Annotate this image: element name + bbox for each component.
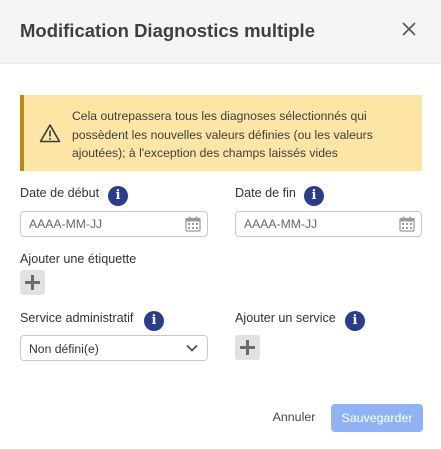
- end-date-info-icon[interactable]: i: [304, 186, 324, 206]
- start-date-info-icon[interactable]: i: [108, 186, 128, 206]
- modal-title: Modification Diagnostics multiple: [20, 20, 315, 41]
- end-date-field[interactable]: [235, 211, 422, 237]
- warning-text: Cela outrepassera tous les diagnoses sél…: [72, 109, 373, 160]
- add-service-info-icon[interactable]: i: [345, 311, 365, 331]
- warning-banner: Cela outrepassera tous les diagnoses sél…: [20, 95, 422, 171]
- warning-triangle-icon: [39, 124, 61, 143]
- add-service-button[interactable]: [235, 335, 260, 360]
- admin-service-value: Non défini(e): [29, 342, 99, 356]
- admin-service-info-icon[interactable]: i: [144, 311, 164, 331]
- calendar-icon[interactable]: [399, 216, 415, 232]
- add-service-label: Ajouter un service: [235, 311, 336, 325]
- add-tag-label: Ajouter une étiquette: [20, 252, 137, 266]
- end-date-label: Date de fin: [235, 186, 296, 200]
- plus-icon: [246, 340, 249, 355]
- cancel-button[interactable]: Annuler: [266, 404, 322, 430]
- chevron-down-icon: [186, 344, 198, 352]
- modal-header: Modification Diagnostics multiple: [0, 0, 441, 64]
- plus-icon: [31, 275, 34, 290]
- end-date-input[interactable]: [244, 216, 384, 232]
- admin-service-select[interactable]: Non défini(e): [20, 335, 208, 361]
- save-button[interactable]: Sauvegarder: [331, 404, 423, 432]
- add-tag-button[interactable]: [20, 270, 45, 295]
- admin-service-label: Service administratif: [20, 311, 134, 325]
- close-icon[interactable]: [398, 18, 420, 40]
- start-date-input[interactable]: [29, 216, 169, 232]
- calendar-icon[interactable]: [185, 216, 201, 232]
- start-date-label: Date de début: [20, 186, 100, 200]
- start-date-field[interactable]: [20, 211, 208, 237]
